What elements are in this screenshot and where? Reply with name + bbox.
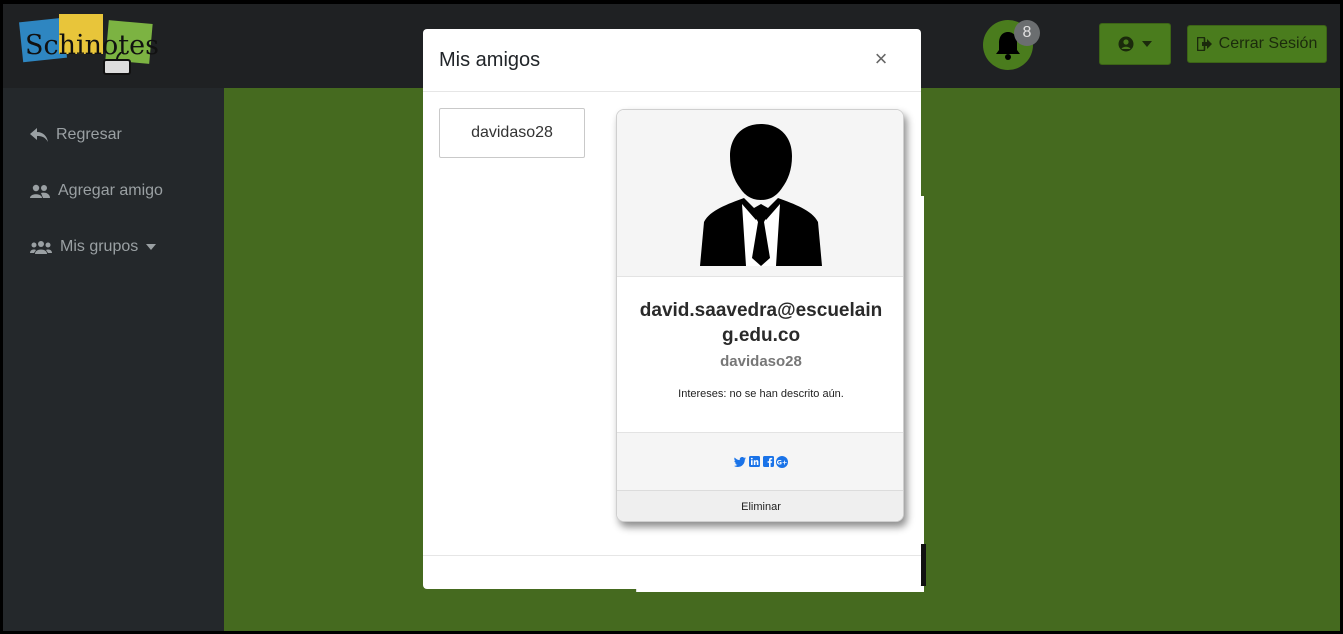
caret-down-icon	[146, 244, 157, 250]
friend-button[interactable]: davidaso28	[439, 108, 585, 158]
twitter-icon[interactable]	[734, 456, 746, 468]
social-links: G+	[617, 432, 903, 490]
facebook-icon[interactable]	[762, 456, 774, 468]
sidebar-item-label: Mis grupos	[60, 238, 139, 255]
modal-title: Mis amigos	[439, 49, 541, 71]
user-circle-icon	[1118, 36, 1134, 52]
close-button[interactable]: ×	[869, 45, 893, 73]
sidebar-item-agregar-amigo[interactable]: Agregar amigo	[30, 182, 163, 200]
profile-username: davidaso28	[720, 353, 802, 370]
modal-footer-divider	[423, 555, 921, 556]
user-group-icon	[30, 241, 52, 254]
keyboard-icon	[103, 52, 131, 75]
logout-label: Cerrar Sesión	[1218, 35, 1318, 52]
user-menu-button[interactable]	[1099, 23, 1171, 65]
reply-icon	[30, 128, 48, 142]
sidebar-item-label: Regresar	[56, 126, 122, 143]
user-avatar-icon	[700, 124, 822, 266]
svg-text:G+: G+	[777, 458, 788, 466]
profile-interests: Intereses: no se han descrito aún.	[678, 388, 844, 400]
profile-email: david.saavedra@escuelaing.edu.co	[639, 300, 883, 346]
sidebar: Regresar Agregar amigo Mis grupos	[3, 88, 224, 631]
sign-out-icon	[1196, 37, 1212, 51]
friends-modal: Mis amigos × davidaso28 david.saavedra@e…	[423, 29, 921, 589]
logo-text: Schinotes	[25, 30, 159, 61]
friend-profile-card: david.saavedra@escuelaing.edu.co davidas…	[616, 109, 904, 522]
users-icon	[30, 184, 50, 198]
app-logo[interactable]: Schinotes	[15, 12, 165, 76]
logout-button[interactable]: Cerrar Sesión	[1187, 25, 1327, 63]
notification-count-badge: 8	[1014, 20, 1040, 46]
delete-friend-button[interactable]: Eliminar	[617, 490, 903, 521]
linkedin-icon[interactable]	[748, 456, 760, 468]
sidebar-item-label: Agregar amigo	[58, 182, 163, 199]
profile-image-area	[617, 110, 903, 277]
sidebar-item-mis-grupos[interactable]: Mis grupos	[30, 238, 157, 256]
sidebar-item-regresar[interactable]: Regresar	[30, 126, 122, 144]
caret-down-icon	[1142, 41, 1152, 47]
modal-header: Mis amigos ×	[423, 29, 921, 92]
google-plus-icon[interactable]: G+	[776, 455, 788, 468]
